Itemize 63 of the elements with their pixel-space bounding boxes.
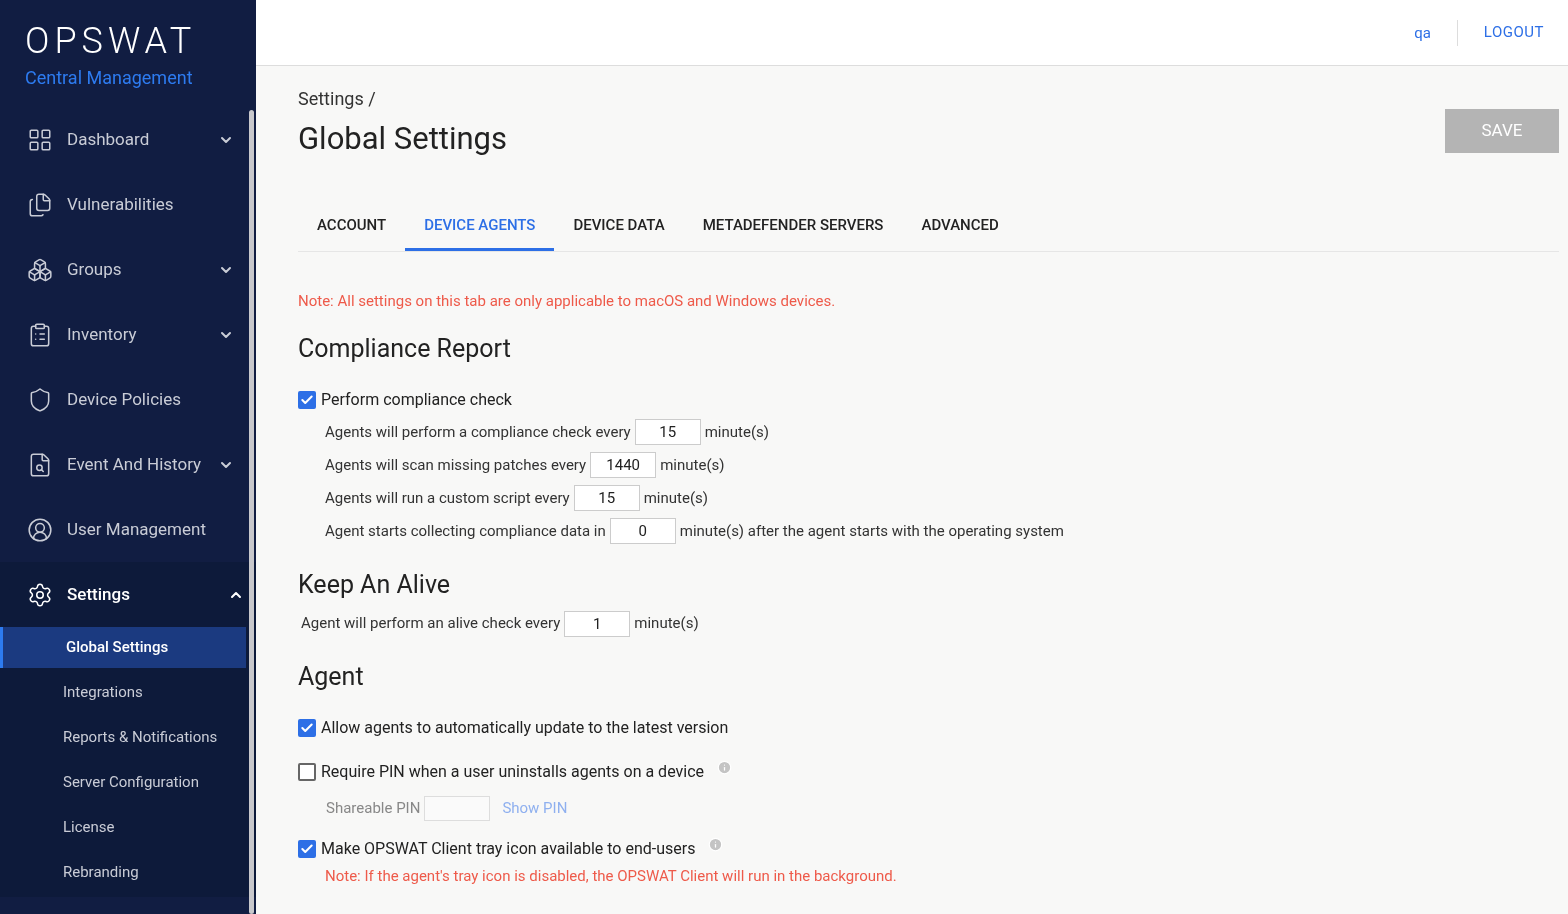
user-link[interactable]: qa <box>1414 19 1458 46</box>
checkbox[interactable] <box>298 718 316 737</box>
tab[interactable]: METADEFENDER SERVERS <box>683 202 903 251</box>
note-text: Note: If the agent's tray icon is disabled, the OPSWAT Client will run in the background. <box>324 865 898 887</box>
section-title: Agent <box>298 661 365 693</box>
input-field[interactable]: 15 <box>634 419 701 445</box>
nav-item[interactable]: Device Policies <box>0 367 246 432</box>
checkbox-label: Allow agents to automatically update to the latest version <box>321 716 729 739</box>
tab[interactable]: DEVICE DATA <box>554 202 684 251</box>
page-title: Global Settings <box>298 119 508 159</box>
checkbox[interactable] <box>298 762 316 781</box>
section-title: Keep An Alive <box>298 568 452 601</box>
input-field[interactable]: 1440 <box>590 452 657 478</box>
nav-subitem[interactable]: License <box>0 807 246 848</box>
input-field[interactable]: 1 <box>564 610 631 637</box>
checkbox[interactable] <box>298 390 316 409</box>
checkbox[interactable] <box>298 839 316 858</box>
tab[interactable]: DEVICE AGENTS <box>405 202 555 251</box>
logout-link[interactable]: LOGOUT <box>1457 21 1544 44</box>
nav-item[interactable]: Groups <box>0 237 246 302</box>
nav-item[interactable]: User Management <box>0 497 246 562</box>
input-field[interactable]: 0 <box>609 518 676 544</box>
grid-icon <box>27 126 53 153</box>
nav-item[interactable]: Dashboard <box>0 107 246 172</box>
tab[interactable]: ADVANCED <box>902 202 1018 251</box>
unit-label: minute(s) after the agent starts with the operating system <box>679 520 1064 542</box>
unit-label: minute(s) <box>643 487 709 509</box>
unit-label: minute(s) <box>634 613 699 635</box>
setting-label: Agent starts collecting compliance data in <box>325 520 606 542</box>
scrollbar[interactable] <box>249 110 254 914</box>
nav-item[interactable]: Vulnerabilities <box>0 172 246 237</box>
setting-label: Agents will run a custom script every <box>325 487 570 509</box>
checkbox-label: Make OPSWAT Client tray icon available to end-users <box>321 837 696 860</box>
input-field[interactable]: 15 <box>573 485 640 511</box>
section-title: Compliance Report <box>298 333 512 365</box>
setting-label: Agents will scan missing patches every <box>325 454 587 476</box>
user-circle-icon <box>27 516 53 543</box>
nav-subitem[interactable]: Integrations <box>0 672 246 713</box>
product-name: Central Management <box>25 66 194 90</box>
check-icon <box>300 720 314 735</box>
documents-icon <box>27 191 53 218</box>
logo: OPSWAT <box>25 22 198 60</box>
nav-subitem[interactable]: Server Configuration <box>0 762 246 803</box>
pin-label: Shareable PIN <box>326 797 421 819</box>
nav-subitem[interactable]: Global Settings <box>0 627 246 668</box>
checkbox-label: Perform compliance check <box>321 388 512 411</box>
nav-item[interactable]: Settings <box>0 562 256 627</box>
breadcrumb[interactable]: Settings / <box>298 85 508 112</box>
check-icon <box>300 392 314 407</box>
settings-icon <box>27 581 53 608</box>
tab[interactable]: ACCOUNT <box>298 202 406 251</box>
nav-item[interactable]: Inventory <box>0 302 246 367</box>
unit-label: minute(s) <box>704 421 770 443</box>
checkbox-label: Require PIN when a user uninstalls agents on a device <box>321 760 704 783</box>
setting-label: Agents will perform a compliance check every <box>325 421 631 443</box>
unit-label: minute(s) <box>660 454 725 476</box>
setting-label: Agent will perform an alive check every <box>301 613 561 635</box>
boxes-icon <box>27 256 53 283</box>
nav-item[interactable]: Event And History <box>0 432 246 497</box>
check-icon <box>300 841 314 856</box>
nav-subitem[interactable]: Reports & Notifications <box>0 717 246 758</box>
note-text: Note: All settings on this tab are only applicable to macOS and Windows devices. <box>298 290 837 312</box>
nav-subitem[interactable]: Rebranding <box>0 852 246 893</box>
